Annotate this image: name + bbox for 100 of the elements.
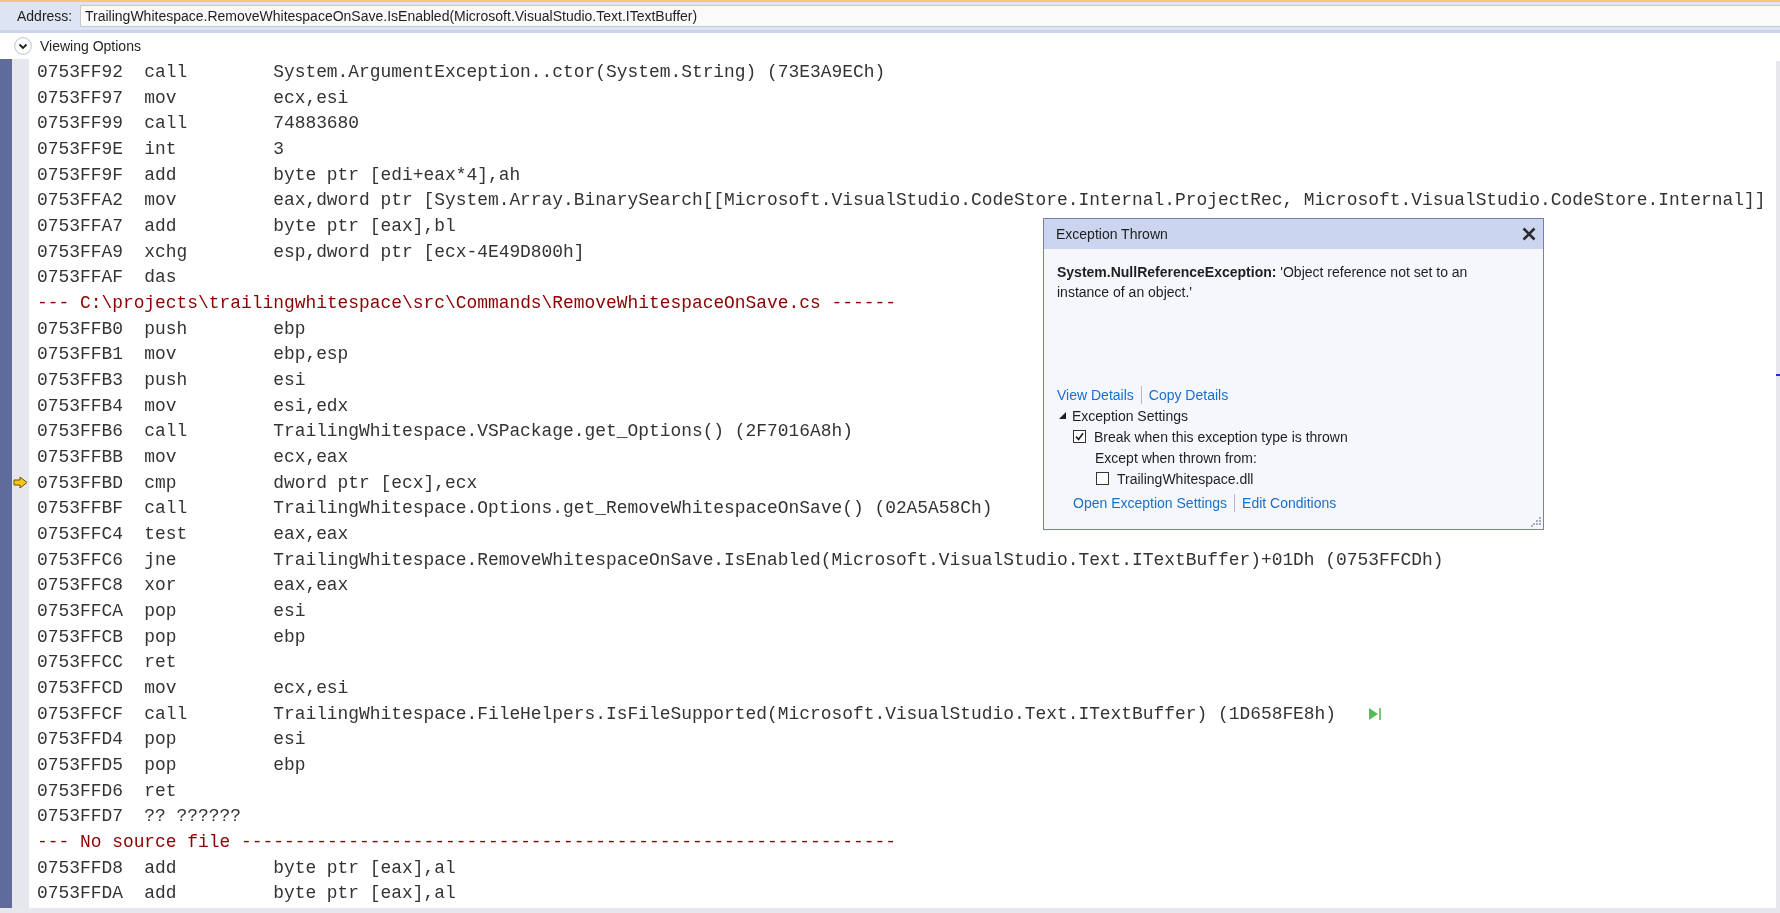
instruction-mnemonic: call (144, 497, 189, 520)
source-file-header: --- No source file ------------------------------------------------------------- (37, 831, 896, 853)
popup-link[interactable]: Copy Details (1148, 385, 1229, 405)
instruction-address: 0753FFC4 (37, 522, 124, 545)
instruction-address: 0753FFA2 (37, 189, 124, 212)
instruction-address: 0753FFBF (37, 497, 124, 520)
checkbox[interactable] (1096, 472, 1109, 485)
raw-bytes: ?? ?????? (144, 805, 241, 828)
instruction-mnemonic: call (144, 60, 189, 83)
checkbox-label[interactable]: Break when this exception type is thrown (1094, 426, 1348, 447)
instruction-operand: byte ptr [edi+eax*4],ah (273, 163, 521, 186)
exception-message: System.NullReferenceException: 'Object reference not set to an instance of an object.' (1057, 263, 1469, 302)
checkbox-label[interactable]: TrailingWhitespace.dll (1117, 468, 1254, 489)
popup-title: Exception Thrown (1056, 225, 1168, 243)
resize-grip-icon (1531, 517, 1541, 527)
popup-link[interactable]: Open Exception Settings (1073, 492, 1228, 513)
instruction-address: 0753FFB4 (37, 394, 124, 417)
instruction-address: 0753FFCB (37, 625, 124, 648)
instruction-operand: eax,eax (273, 574, 349, 597)
instruction-mnemonic: mov (144, 676, 178, 699)
instruction-address: 0753FF99 (37, 112, 124, 135)
instruction-operand: esi (273, 599, 306, 622)
instruction-operand: esi,edx (273, 394, 349, 417)
instruction-operand: TrailingWhitespace.VSPackage.get_Options() (2F7016A8h) (273, 420, 853, 443)
instruction-operand: byte ptr [eax],al (273, 882, 456, 905)
instruction-operand: 74883680 (273, 112, 360, 135)
horizontal-scrollbar[interactable] (0, 908, 1780, 913)
instruction-operand: TrailingWhitespace.FileHelpers.IsFileSupported(Microsoft.VisualStudio.Text.ITextBuffer) (1D658FE8h) (273, 702, 1337, 725)
instruction-mnemonic: add (144, 856, 178, 879)
instruction-operand: eax,eax (273, 522, 349, 545)
instruction-address: 0753FF9E (37, 137, 124, 160)
instruction-mnemonic: xchg (144, 240, 189, 263)
instruction-mnemonic: mov (144, 445, 178, 468)
instruction-mnemonic: call (144, 112, 189, 135)
instruction-mnemonic: test (144, 522, 189, 545)
instruction-address: 0753FFA9 (37, 240, 124, 263)
instruction-address: 0753FFB0 (37, 317, 124, 340)
instruction-address: 0753FFD4 (37, 728, 124, 751)
instruction-mnemonic: call (144, 702, 189, 725)
instruction-operand: ebp (273, 753, 306, 776)
instruction-mnemonic: push (144, 368, 189, 391)
address-field[interactable]: TrailingWhitespace.RemoveWhitespaceOnSave.IsEnabled(Microsoft.VisualStudio.Text.ITextBuffer) (80, 5, 1780, 27)
checkmark-icon (1075, 432, 1084, 441)
instruction-address: 0753FFB6 (37, 420, 124, 443)
instruction-operand: ebp (273, 317, 306, 340)
instruction-mnemonic: mov (144, 86, 178, 109)
instruction-operand: System.ArgumentException..ctor(System.String) (73E3A9ECh) (273, 60, 886, 83)
popup-link[interactable]: Edit Conditions (1242, 492, 1337, 513)
instruction-address: 0753FFAF (37, 266, 124, 289)
checkbox[interactable] (1073, 430, 1086, 443)
instruction-address: 0753FFC6 (37, 548, 124, 571)
instruction-operand: 3 (273, 137, 284, 160)
close-icon (1522, 227, 1536, 241)
instruction-operand: byte ptr [eax],al (273, 856, 456, 879)
except-label: Except when thrown from: (1095, 448, 1257, 468)
instruction-address: 0753FFCD (37, 676, 124, 699)
instruction-address: 0753FF9F (37, 163, 124, 186)
instruction-mnemonic: cmp (144, 471, 178, 494)
instruction-mnemonic: pop (144, 599, 178, 622)
popup-link[interactable]: View Details (1057, 385, 1134, 405)
instruction-address: 0753FF92 (37, 60, 124, 83)
source-file-header: --- C:\projects\trailingwhitespace\src\Commands\RemoveWhitespaceOnSave.cs ------ (37, 291, 896, 314)
instruction-mnemonic: ret (144, 651, 178, 674)
instruction-operand: esp,dword ptr [ecx-4E49D800h] (273, 240, 585, 263)
instruction-address: 0753FFD8 (37, 856, 124, 879)
instruction-operand: ebp,esp (273, 343, 349, 366)
instruction-mnemonic: int (144, 137, 178, 160)
close-button[interactable] (1521, 226, 1537, 242)
instruction-address: 0753FF97 (37, 86, 124, 109)
instruction-mnemonic: das (144, 266, 178, 289)
instruction-mnemonic: push (144, 317, 189, 340)
address-label: Address: (16, 7, 74, 25)
instruction-mnemonic: mov (144, 343, 178, 366)
instruction-address: 0753FFD5 (37, 753, 124, 776)
instruction-mnemonic: xor (144, 574, 178, 597)
instruction-address: 0753FFBD (37, 471, 124, 494)
instruction-mnemonic: add (144, 882, 178, 905)
viewing-options-toggle[interactable]: Viewing Options (14, 37, 141, 55)
instruction-operand: esi (273, 368, 306, 391)
instruction-mnemonic: mov (144, 189, 178, 212)
instruction-operand: esi (273, 728, 306, 751)
instruction-address: 0753FFA7 (37, 214, 124, 237)
scroll-position-marker-icon (1776, 374, 1780, 376)
instruction-operand: ecx,esi (273, 676, 349, 699)
instruction-operand: ecx,eax (273, 445, 349, 468)
settings-expander-label[interactable]: Exception Settings (1072, 405, 1188, 426)
instruction-address: 0753FFC8 (37, 574, 124, 597)
instruction-mnemonic: pop (144, 753, 178, 776)
instruction-operand: TrailingWhitespace.Options.get_RemoveWhitespaceOnSave() (02A5A58Ch) (273, 497, 993, 520)
instruction-mnemonic: ret (144, 779, 178, 802)
instruction-operand: dword ptr [ecx],ecx (273, 471, 478, 494)
instruction-operand: eax,dword ptr [System.Array.BinarySearch[[Microsoft.VisualStudio.CodeStore.Internal.ProjectRec, Microsoft.VisualStudio.CodeStore.Internal]] (273, 189, 1766, 212)
instruction-address: 0753FFD7 (37, 805, 124, 828)
instruction-mnemonic: pop (144, 728, 178, 751)
instruction-operand: ecx,esi (273, 86, 349, 109)
instruction-mnemonic: mov (144, 394, 178, 417)
instruction-address: 0753FFB3 (37, 368, 124, 391)
instruction-mnemonic: add (144, 163, 178, 186)
instruction-mnemonic: jne (144, 548, 178, 571)
instruction-operand: TrailingWhitespace.RemoveWhitespaceOnSave.IsEnabled(Microsoft.VisualStudio.Text.ITextBuffer)+01Dh (0753FFCDh) (273, 548, 1444, 571)
